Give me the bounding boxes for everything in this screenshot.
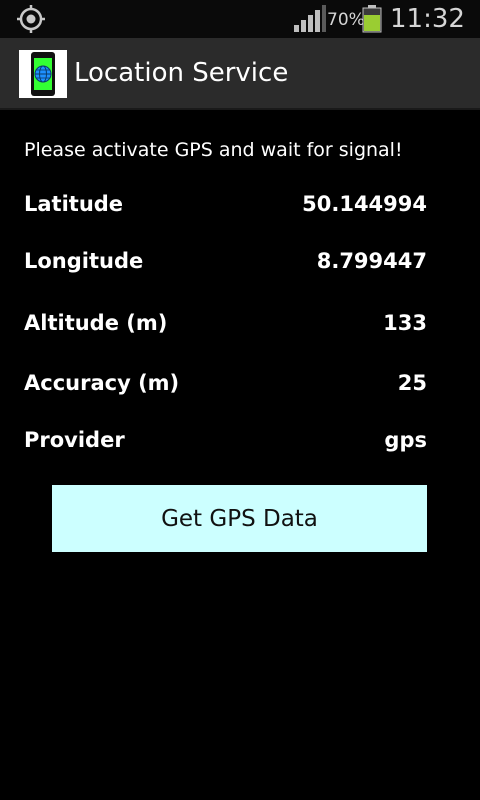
instruction-text: Please activate GPS and wait for signal! [24,139,403,161]
battery-icon [362,5,382,33]
battery-percentage: 70% [327,10,365,30]
longitude-row: Longitude 8.799447 [24,249,427,279]
action-bar: Location Service [0,38,480,110]
altitude-value: 133 [383,311,427,335]
latitude-row: Latitude 50.144994 [24,192,427,222]
page-title: Location Service [74,58,289,88]
latitude-label: Latitude [24,192,124,216]
provider-row: Provider gps [24,428,427,458]
status-clock: 11:32 [390,4,465,34]
gps-icon [17,5,45,33]
accuracy-label: Accuracy (m) [24,371,180,395]
altitude-label: Altitude (m) [24,311,168,335]
longitude-value: 8.799447 [316,249,427,273]
latitude-value: 50.144994 [302,192,427,216]
altitude-row: Altitude (m) 133 [24,311,427,341]
signal-icon [294,5,326,32]
provider-value: gps [384,428,427,452]
accuracy-value: 25 [397,371,427,395]
longitude-label: Longitude [24,249,144,273]
status-bar: 70% 11:32 [0,0,480,38]
accuracy-row: Accuracy (m) 25 [24,371,427,401]
provider-label: Provider [24,428,125,452]
get-gps-data-button[interactable]: Get GPS Data [52,485,427,552]
phone-globe-icon[interactable] [19,50,67,98]
